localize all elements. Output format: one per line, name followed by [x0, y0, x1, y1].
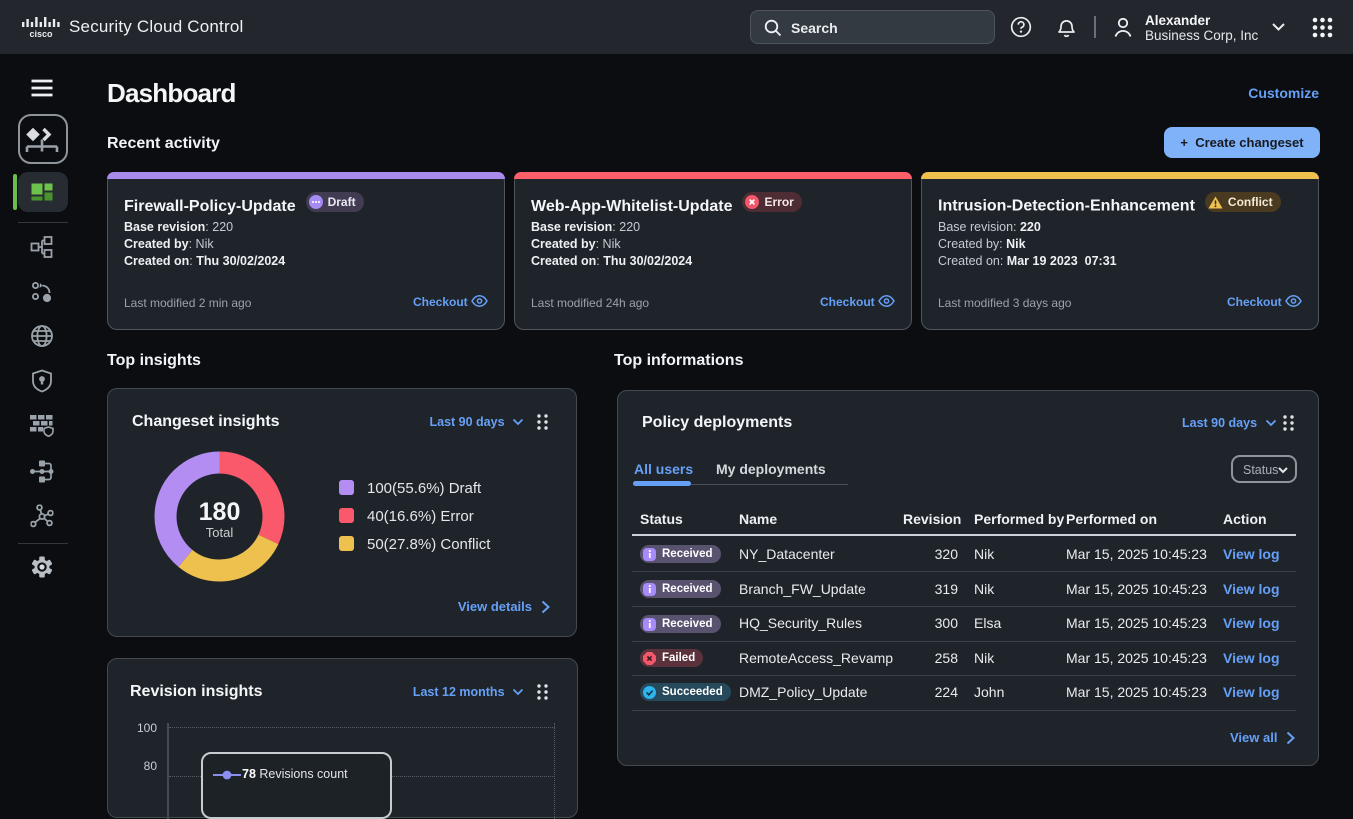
- svg-text:180: 180: [199, 498, 241, 526]
- svg-text:Total: Total: [206, 525, 234, 540]
- svg-text:cisco: cisco: [29, 29, 53, 39]
